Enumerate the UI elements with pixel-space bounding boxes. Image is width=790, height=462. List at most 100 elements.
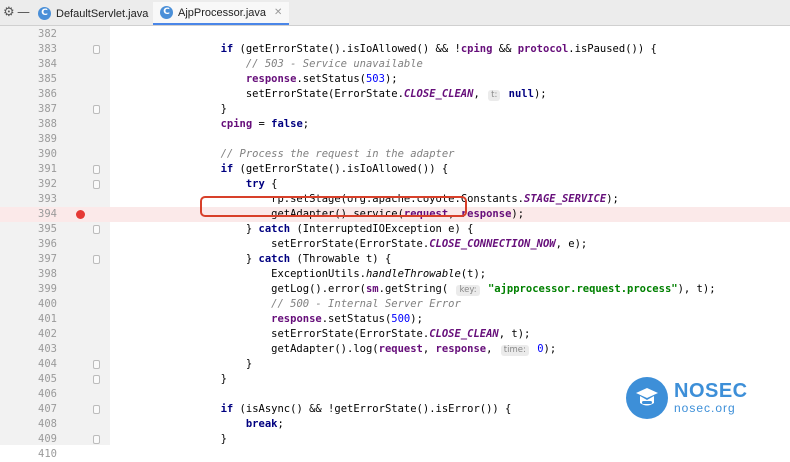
code-token: .getString( [378, 283, 455, 295]
code-token: 503 [365, 73, 385, 85]
code-text: break; [170, 417, 284, 432]
line-number[interactable]: 406 [38, 387, 70, 402]
watermark-name: NOSEC [674, 380, 748, 402]
code-line[interactable]: 399 getLog().error(sm.getString( key: "a… [0, 282, 790, 297]
breakpoint-icon[interactable] [76, 210, 85, 219]
line-number[interactable]: 408 [38, 417, 70, 432]
line-number[interactable]: 386 [38, 87, 70, 102]
line-number[interactable]: 384 [38, 57, 70, 72]
code-token: null [508, 88, 534, 100]
code-line[interactable]: 383 if (getErrorState().isIoAllowed() &&… [0, 42, 790, 57]
hide-minus-icon[interactable]: — [17, 5, 30, 20]
line-number[interactable]: 389 [38, 132, 70, 147]
line-number[interactable]: 395 [38, 222, 70, 237]
line-number[interactable]: 400 [38, 297, 70, 312]
code-line[interactable]: 401 response.setStatus(500); [0, 312, 790, 327]
code-token: ; [302, 118, 310, 130]
line-number[interactable]: 387 [38, 102, 70, 117]
line-number[interactable]: 403 [38, 342, 70, 357]
code-line[interactable]: 410 [0, 447, 790, 462]
tab-defaultservlet[interactable]: C DefaultServlet.java ✕ [38, 2, 165, 25]
line-number[interactable]: 383 [38, 42, 70, 57]
line-number[interactable]: 407 [38, 402, 70, 417]
code-token: response [435, 343, 487, 355]
code-text: if (isAsync() && !getErrorState().isErro… [170, 402, 512, 417]
code-line[interactable]: 382 [0, 27, 790, 42]
line-number[interactable]: 401 [38, 312, 70, 327]
line-number[interactable]: 398 [38, 267, 70, 282]
fold-marker-icon[interactable] [93, 225, 100, 234]
line-number[interactable]: 382 [38, 27, 70, 42]
code-token: cping [220, 118, 253, 130]
code-token: ); [543, 343, 557, 355]
fold-marker-icon[interactable] [93, 45, 100, 54]
line-number[interactable]: 388 [38, 117, 70, 132]
line-number[interactable]: 392 [38, 177, 70, 192]
code-line[interactable]: 392 try { [0, 177, 790, 192]
code-line[interactable]: 398 ExceptionUtils.handleThrowable(t); [0, 267, 790, 282]
line-number[interactable]: 393 [38, 192, 70, 207]
code-token: , [486, 343, 499, 355]
code-line[interactable]: 397 } catch (Throwable t) { [0, 252, 790, 267]
code-text: if (getErrorState().isIoAllowed()) { [170, 162, 449, 177]
tab-ajpprocessor[interactable]: C AjpProcessor.java ✕ [153, 2, 290, 25]
code-line[interactable]: 390 // Process the request in the adapte… [0, 147, 790, 162]
fold-marker-icon[interactable] [93, 165, 100, 174]
line-number[interactable]: 402 [38, 327, 70, 342]
fold-marker-icon[interactable] [93, 255, 100, 264]
code-line[interactable]: 386 setErrorState(ErrorState.CLOSE_CLEAN… [0, 87, 790, 102]
line-number[interactable]: 390 [38, 147, 70, 162]
code-line[interactable]: 402 setErrorState(ErrorState.CLOSE_CLEAN… [0, 327, 790, 342]
close-icon[interactable]: ✕ [274, 7, 282, 18]
code-token: getAdapter().log( [170, 343, 379, 355]
fold-marker-icon[interactable] [93, 180, 100, 189]
code-line[interactable]: 389 [0, 132, 790, 147]
code-token: false [271, 118, 303, 130]
code-line[interactable]: 404 } [0, 357, 790, 372]
line-number[interactable]: 399 [38, 282, 70, 297]
code-token: if [220, 403, 234, 415]
code-line[interactable]: 387 } [0, 102, 790, 117]
fold-marker-icon[interactable] [93, 105, 100, 114]
nosec-logo-icon [626, 377, 668, 419]
code-line[interactable]: 391 if (getErrorState().isIoAllowed()) { [0, 162, 790, 177]
code-line[interactable]: 395 } catch (InterruptedIOException e) { [0, 222, 790, 237]
code-line[interactable]: 396 setErrorState(ErrorState.CLOSE_CONNE… [0, 237, 790, 252]
code-line[interactable]: 384 // 503 - Service unavailable [0, 57, 790, 72]
settings-gear-icon[interactable]: ⚙ [3, 5, 15, 20]
code-line[interactable]: 388 cping = false; [0, 117, 790, 132]
code-line[interactable]: 403 getAdapter().log(request, response, … [0, 342, 790, 357]
fold-marker-icon[interactable] [93, 360, 100, 369]
line-number[interactable]: 397 [38, 252, 70, 267]
code-token: cping [460, 43, 493, 55]
line-number[interactable]: 404 [38, 357, 70, 372]
code-token: ); [384, 73, 398, 85]
code-text: setErrorState(ErrorState.CLOSE_CLEAN, t)… [170, 327, 530, 342]
fold-marker-icon[interactable] [93, 375, 100, 384]
fold-marker-icon[interactable] [93, 405, 100, 414]
code-text: } [170, 357, 252, 372]
code-token: sm [365, 283, 379, 295]
code-token: STAGE_SERVICE [524, 193, 607, 205]
line-number[interactable]: 410 [38, 447, 70, 462]
line-number[interactable]: 394 [38, 207, 70, 222]
line-number[interactable]: 405 [38, 372, 70, 387]
code-token: } [170, 253, 259, 265]
code-line[interactable]: 385 response.setStatus(503); [0, 72, 790, 87]
line-number[interactable]: 385 [38, 72, 70, 87]
code-text: // 503 - Service unavailable [170, 57, 423, 72]
code-token: setErrorState(ErrorState. [170, 88, 404, 100]
line-number[interactable]: 391 [38, 162, 70, 177]
code-line[interactable]: 408 break; [0, 417, 790, 432]
code-token: , e); [555, 238, 588, 250]
code-text: // Process the request in the adapter [170, 147, 455, 162]
code-line[interactable]: 400 // 500 - Internal Server Error [0, 297, 790, 312]
line-number[interactable]: 396 [38, 237, 70, 252]
code-text: response.setStatus(500); [170, 312, 423, 327]
code-text: if (getErrorState().isIoAllowed() && !cp… [170, 42, 657, 57]
code-token: ); [533, 88, 547, 100]
fold-marker-icon[interactable] [93, 435, 100, 444]
code-text: } catch (InterruptedIOException e) { [170, 222, 474, 237]
